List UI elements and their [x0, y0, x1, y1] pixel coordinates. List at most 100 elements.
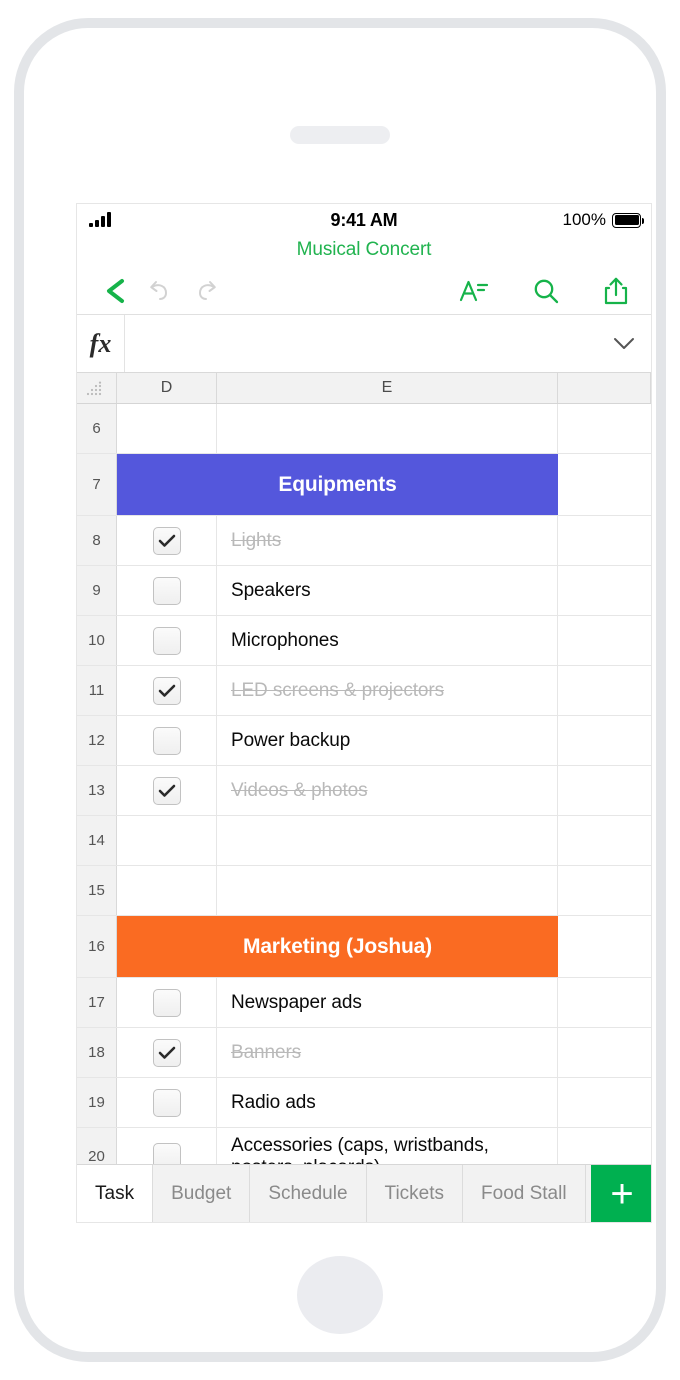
row-number[interactable]: 19 [77, 1078, 117, 1127]
cell-f[interactable] [558, 866, 651, 915]
checkbox-unchecked[interactable] [152, 576, 181, 605]
spreadsheet-grid[interactable]: D E 6 7 Equipments 8 Lights 9 Speakers 10 Microp… [77, 373, 651, 1222]
undo-button[interactable] [133, 279, 183, 303]
fx-icon[interactable]: fx [77, 315, 125, 372]
checkbox-unchecked[interactable] [152, 1088, 181, 1117]
sheet-tab-schedule[interactable]: Schedule [250, 1165, 367, 1222]
row-number[interactable]: 13 [77, 766, 117, 815]
grid-row[interactable]: 15 [77, 866, 651, 916]
cell-e[interactable]: Banners [217, 1028, 558, 1077]
row-number[interactable]: 18 [77, 1028, 117, 1077]
cell-f[interactable] [558, 454, 651, 515]
formula-expand-button[interactable] [597, 315, 651, 372]
row-number[interactable]: 7 [77, 454, 117, 515]
share-button[interactable] [603, 276, 629, 306]
redo-button[interactable] [183, 279, 233, 303]
row-number[interactable]: 9 [77, 566, 117, 615]
grid-row[interactable]: 10 Microphones [77, 616, 651, 666]
checkbox-unchecked[interactable] [152, 726, 181, 755]
cell-d[interactable] [117, 566, 217, 615]
row-number[interactable]: 16 [77, 916, 117, 977]
grid-row[interactable]: 8 Lights [77, 516, 651, 566]
grid-row[interactable]: 12 Power backup [77, 716, 651, 766]
format-button[interactable] [459, 278, 489, 304]
row-number[interactable]: 15 [77, 866, 117, 915]
cell-d[interactable] [117, 1078, 217, 1127]
cell-d[interactable] [117, 866, 217, 915]
grid-row[interactable]: 9 Speakers [77, 566, 651, 616]
checkbox-checked[interactable] [152, 676, 181, 705]
cell-f[interactable] [558, 816, 651, 865]
cell-f[interactable] [558, 666, 651, 715]
cell-e[interactable] [217, 816, 558, 865]
search-button[interactable] [532, 277, 560, 305]
grid-row[interactable]: 19 Radio ads [77, 1078, 651, 1128]
row-number[interactable]: 8 [77, 516, 117, 565]
grid-row[interactable]: 6 [77, 404, 651, 454]
checkbox-checked[interactable] [152, 526, 181, 555]
cell-d[interactable] [117, 1028, 217, 1077]
grid-row[interactable]: 13 Videos & photos [77, 766, 651, 816]
cell-e[interactable]: Speakers [217, 566, 558, 615]
cell-e[interactable] [217, 866, 558, 915]
cell-d[interactable] [117, 404, 217, 453]
section-header-cell[interactable]: Equipments [117, 454, 558, 515]
cell-f[interactable] [558, 978, 651, 1027]
column-header-f[interactable] [558, 373, 651, 403]
row-number[interactable]: 6 [77, 404, 117, 453]
cell-d[interactable] [117, 766, 217, 815]
cell-d[interactable] [117, 978, 217, 1027]
sheet-tab-task[interactable]: Task [77, 1165, 154, 1222]
column-header-d[interactable]: D [117, 373, 217, 403]
row-number[interactable]: 12 [77, 716, 117, 765]
cell-e[interactable]: Radio ads [217, 1078, 558, 1127]
section-header-cell[interactable]: Marketing (Joshua) [117, 916, 558, 977]
checkmark-icon [158, 684, 175, 697]
cell-f[interactable] [558, 566, 651, 615]
cell-d[interactable] [117, 616, 217, 665]
cell-e[interactable]: LED screens & projectors [217, 666, 558, 715]
cell-f[interactable] [558, 716, 651, 765]
cell-f[interactable] [558, 1028, 651, 1077]
cell-d[interactable] [117, 716, 217, 765]
cell-e[interactable] [217, 404, 558, 453]
document-title[interactable]: Musical Concert [77, 236, 651, 267]
cell-f[interactable] [558, 1078, 651, 1127]
cell-e[interactable]: Power backup [217, 716, 558, 765]
checkbox-unchecked[interactable] [152, 988, 181, 1017]
checkbox-checked[interactable] [152, 1038, 181, 1067]
row-number[interactable]: 14 [77, 816, 117, 865]
sheet-tab-budget[interactable]: Budget [153, 1165, 251, 1222]
cell-e[interactable]: Newspaper ads [217, 978, 558, 1027]
grid-row[interactable]: 14 [77, 816, 651, 866]
select-all-corner-icon[interactable] [77, 373, 117, 403]
cell-e[interactable]: Lights [217, 516, 558, 565]
sheet-tab-food-stall[interactable]: Food Stall [463, 1165, 586, 1222]
cell-e[interactable]: Videos & photos [217, 766, 558, 815]
cell-f[interactable] [558, 516, 651, 565]
checkbox-checked[interactable] [152, 776, 181, 805]
add-sheet-button[interactable]: + [591, 1165, 651, 1222]
cell-f[interactable] [558, 916, 651, 977]
formula-input[interactable] [125, 315, 597, 372]
cell-d[interactable] [117, 516, 217, 565]
cell-d[interactable] [117, 816, 217, 865]
cell-f[interactable] [558, 766, 651, 815]
back-button[interactable] [97, 277, 133, 305]
column-header-e[interactable]: E [217, 373, 558, 403]
sheet-tab-tickets[interactable]: Tickets [366, 1165, 464, 1222]
grid-row[interactable]: 7 Equipments [77, 454, 651, 516]
home-button[interactable] [297, 1256, 383, 1334]
grid-row[interactable]: 18 Banners [77, 1028, 651, 1078]
grid-row[interactable]: 16 Marketing (Joshua) [77, 916, 651, 978]
row-number[interactable]: 17 [77, 978, 117, 1027]
row-number[interactable]: 10 [77, 616, 117, 665]
cell-d[interactable] [117, 666, 217, 715]
cell-f[interactable] [558, 616, 651, 665]
grid-row[interactable]: 17 Newspaper ads [77, 978, 651, 1028]
checkbox-unchecked[interactable] [152, 626, 181, 655]
row-number[interactable]: 11 [77, 666, 117, 715]
cell-e[interactable]: Microphones [217, 616, 558, 665]
cell-f[interactable] [558, 404, 651, 453]
grid-row[interactable]: 11 LED screens & projectors [77, 666, 651, 716]
